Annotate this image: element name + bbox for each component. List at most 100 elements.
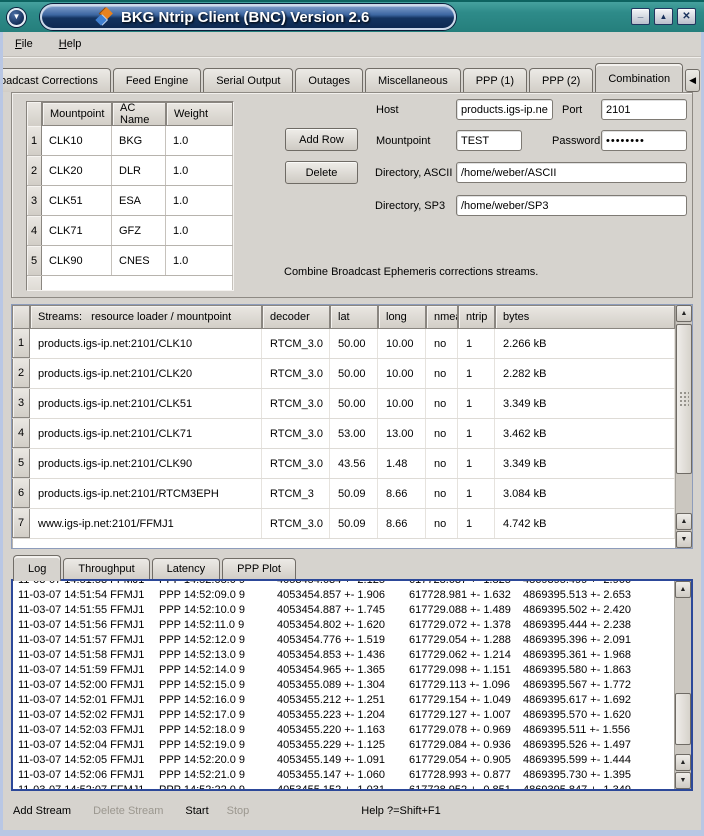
cell-mountpoint[interactable]: CLK20 <box>42 156 112 185</box>
cell-lat[interactable]: 53.00 <box>330 419 378 448</box>
scroll-down-button[interactable]: ▼ <box>675 772 691 789</box>
delete-button[interactable]: Delete <box>285 161 358 184</box>
cell-mountpoint[interactable]: products.igs-ip.net:2101/RTCM3EPH <box>30 479 262 508</box>
tab-latency[interactable]: Latency <box>152 558 221 579</box>
cell-mountpoint[interactable]: www.igs-ip.net:2101/FFMJ1 <box>30 509 262 538</box>
cell-ac-name[interactable]: CNES <box>112 246 166 275</box>
cell-nmea[interactable]: no <box>426 419 458 448</box>
col-header-ac-name[interactable]: AC Name <box>112 102 166 126</box>
cell-decoder[interactable]: RTCM_3 <box>262 479 330 508</box>
col-header-lat[interactable]: lat <box>330 305 378 329</box>
table-row[interactable]: 1 CLK10 BKG 1.0 <box>27 126 233 156</box>
col-header-streams[interactable]: Streams: resource loader / mountpoint <box>30 305 262 329</box>
cell-ntrip[interactable]: 1 <box>458 389 495 418</box>
cell-ac-name[interactable]: ESA <box>112 186 166 215</box>
cell-decoder[interactable]: RTCM_3.0 <box>262 359 330 388</box>
cell-ntrip[interactable]: 1 <box>458 329 495 358</box>
cell-lat[interactable]: 50.09 <box>330 509 378 538</box>
cell-mountpoint[interactable]: CLK10 <box>42 126 112 155</box>
start-button[interactable]: Start <box>185 805 208 817</box>
add-stream-button[interactable]: Add Stream <box>13 805 71 817</box>
cell-bytes[interactable]: 3.349 kB <box>495 449 675 478</box>
empty-table-row[interactable] <box>27 276 233 291</box>
cell-mountpoint[interactable]: products.igs-ip.net:2101/CLK90 <box>30 449 262 478</box>
tab-broadcast-corrections[interactable]: Broadcast Corrections <box>3 68 111 92</box>
cell-nmea[interactable]: no <box>426 359 458 388</box>
col-header-nmea[interactable]: nmea <box>426 305 458 329</box>
col-header-ntrip[interactable]: ntrip <box>458 305 495 329</box>
col-header-bytes[interactable]: bytes <box>495 305 675 329</box>
cell-nmea[interactable]: no <box>426 509 458 538</box>
shade-button[interactable]: ▲ <box>654 8 673 25</box>
cell-weight[interactable]: 1.0 <box>166 156 233 185</box>
cell-bytes[interactable]: 3.462 kB <box>495 419 675 448</box>
col-header-long[interactable]: long <box>378 305 426 329</box>
cell-nmea[interactable]: no <box>426 389 458 418</box>
cell-long[interactable]: 1.48 <box>378 449 426 478</box>
close-button[interactable]: ✕ <box>677 8 696 25</box>
cell-mountpoint[interactable]: products.igs-ip.net:2101/CLK20 <box>30 359 262 388</box>
cell-ac-name[interactable]: BKG <box>112 126 166 155</box>
cell-ntrip[interactable]: 1 <box>458 419 495 448</box>
cell-nmea[interactable]: no <box>426 479 458 508</box>
table-row[interactable]: 5 CLK90 CNES 1.0 <box>27 246 233 276</box>
table-row[interactable]: 3 CLK51 ESA 1.0 <box>27 186 233 216</box>
empty-cell[interactable] <box>42 276 233 291</box>
scrollbar-thumb[interactable] <box>676 324 692 474</box>
cell-ntrip[interactable]: 1 <box>458 479 495 508</box>
cell-ac-name[interactable]: GFZ <box>112 216 166 245</box>
scroll-up-button[interactable]: ▲ <box>675 581 691 598</box>
cell-decoder[interactable]: RTCM_3.0 <box>262 329 330 358</box>
cell-nmea[interactable]: no <box>426 329 458 358</box>
cell-mountpoint[interactable]: CLK71 <box>42 216 112 245</box>
tab-log[interactable]: Log <box>13 555 61 581</box>
cell-long[interactable]: 10.00 <box>378 329 426 358</box>
tab-feed-engine[interactable]: Feed Engine <box>113 68 201 92</box>
add-row-button[interactable]: Add Row <box>285 128 358 151</box>
help-button[interactable]: Help ?=Shift+F1 <box>361 805 441 817</box>
tab-throughput[interactable]: Throughput <box>63 558 149 579</box>
log-scrollbar[interactable]: ▲ ▲ ▼ <box>674 581 691 789</box>
col-header-weight[interactable]: Weight <box>166 102 233 126</box>
stream-row[interactable]: 5 products.igs-ip.net:2101/CLK90 RTCM_3.… <box>12 449 675 479</box>
cell-bytes[interactable]: 4.742 kB <box>495 509 675 538</box>
cell-mountpoint[interactable]: products.igs-ip.net:2101/CLK51 <box>30 389 262 418</box>
cell-lat[interactable]: 50.00 <box>330 389 378 418</box>
delete-stream-button[interactable]: Delete Stream <box>93 805 163 817</box>
cell-long[interactable]: 10.00 <box>378 359 426 388</box>
tab-ppp-2[interactable]: PPP (2) <box>529 68 593 92</box>
cell-lat[interactable]: 50.00 <box>330 329 378 358</box>
cell-ntrip[interactable]: 1 <box>458 359 495 388</box>
stream-row[interactable]: 4 products.igs-ip.net:2101/CLK71 RTCM_3.… <box>12 419 675 449</box>
table-row[interactable]: 4 CLK71 GFZ 1.0 <box>27 216 233 246</box>
cell-mountpoint[interactable]: products.igs-ip.net:2101/CLK71 <box>30 419 262 448</box>
cell-mountpoint[interactable]: CLK90 <box>42 246 112 275</box>
titlebar[interactable]: ▼ BKG Ntrip Client (BNC) Version 2.6 _ ▲… <box>0 0 704 32</box>
tab-outages[interactable]: Outages <box>295 68 363 92</box>
port-input[interactable] <box>601 99 687 120</box>
stream-row[interactable]: 2 products.igs-ip.net:2101/CLK20 RTCM_3.… <box>12 359 675 389</box>
cell-long[interactable]: 8.66 <box>378 479 426 508</box>
cell-mountpoint[interactable]: products.igs-ip.net:2101/CLK10 <box>30 329 262 358</box>
cell-decoder[interactable]: RTCM_3.0 <box>262 449 330 478</box>
cell-bytes[interactable]: 2.282 kB <box>495 359 675 388</box>
menu-file[interactable]: File <box>13 36 35 52</box>
tab-ppp-plot[interactable]: PPP Plot <box>222 558 296 579</box>
scrollbar-thumb[interactable] <box>675 693 691 745</box>
stream-row[interactable]: 7 www.igs-ip.net:2101/FFMJ1 RTCM_3.0 50.… <box>12 509 675 539</box>
minimize-button[interactable]: _ <box>631 8 650 25</box>
scroll-up-button[interactable]: ▲ <box>676 305 692 322</box>
scroll-up-button-2[interactable]: ▲ <box>675 754 691 771</box>
cell-ntrip[interactable]: 1 <box>458 449 495 478</box>
cell-decoder[interactable]: RTCM_3.0 <box>262 389 330 418</box>
cell-weight[interactable]: 1.0 <box>166 216 233 245</box>
menu-help[interactable]: Help <box>57 36 84 52</box>
dir-ascii-input[interactable] <box>456 162 687 183</box>
tab-combination[interactable]: Combination <box>595 63 683 92</box>
cell-nmea[interactable]: no <box>426 449 458 478</box>
window-menu-button[interactable]: ▼ <box>7 8 26 27</box>
cell-ntrip[interactable]: 1 <box>458 509 495 538</box>
tab-ppp-1[interactable]: PPP (1) <box>463 68 527 92</box>
stop-button[interactable]: Stop <box>227 805 250 817</box>
password-input[interactable] <box>601 130 687 151</box>
